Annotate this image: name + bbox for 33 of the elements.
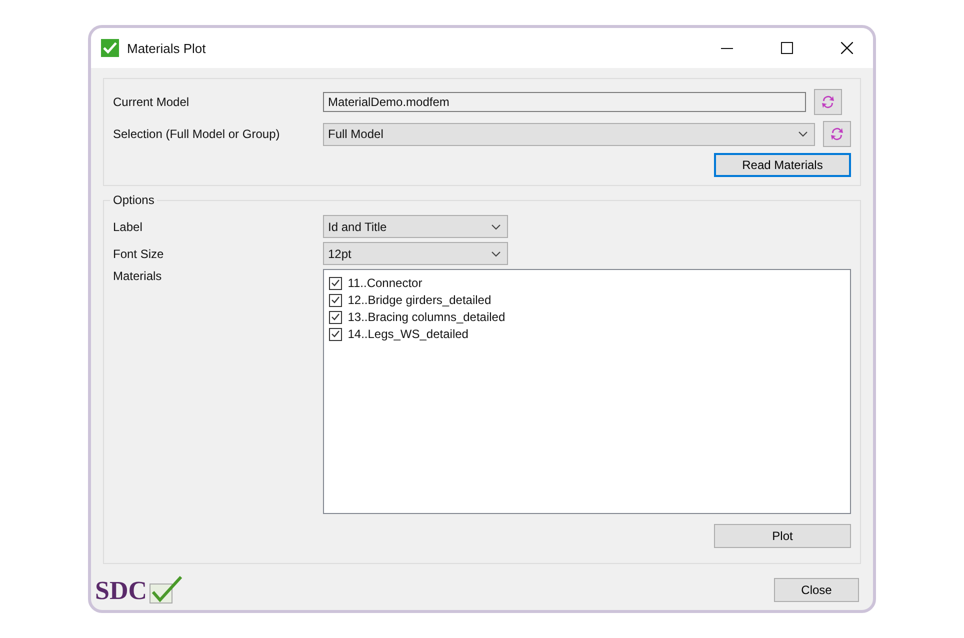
checkbox[interactable] bbox=[328, 328, 342, 340]
checkbox[interactable] bbox=[328, 276, 342, 290]
chevron-down-icon bbox=[491, 250, 501, 256]
material-label: 12..Bridge girders_detailed bbox=[348, 293, 492, 307]
plot-button[interactable]: Plot bbox=[714, 524, 851, 548]
refresh-button[interactable] bbox=[814, 89, 842, 115]
field-label: Label bbox=[113, 220, 144, 234]
close-icon bbox=[841, 42, 853, 54]
material-label: 14..Legs_WS_detailed bbox=[348, 327, 468, 341]
refresh-icon bbox=[829, 126, 845, 142]
chevron-down-icon bbox=[491, 224, 501, 230]
material-label: 11..Connector bbox=[348, 276, 422, 290]
label-dropdown[interactable]: Id and Title bbox=[323, 215, 508, 238]
chevron-down-icon bbox=[798, 131, 808, 137]
group-legend: Options bbox=[110, 193, 158, 207]
sdc-logo: SDC bbox=[95, 576, 184, 604]
refresh-button[interactable] bbox=[823, 121, 851, 147]
field-label: Font Size bbox=[113, 246, 165, 260]
refresh-icon bbox=[820, 94, 836, 110]
selection-dropdown[interactable]: Full Model bbox=[323, 122, 815, 146]
model-field[interactable]: MaterialDemo.modfem bbox=[323, 92, 806, 112]
font-size-dropdown[interactable]: 12pt bbox=[323, 242, 508, 265]
field-label: Current Model bbox=[113, 95, 190, 109]
maximize-icon bbox=[781, 42, 793, 54]
material-label: 13..Bracing columns_detailed bbox=[348, 310, 506, 324]
window-title: Materials Plot bbox=[127, 40, 207, 56]
close-button[interactable]: Close bbox=[774, 578, 859, 602]
checkmark-icon bbox=[101, 39, 119, 57]
checkbox[interactable] bbox=[328, 294, 342, 306]
checkbox[interactable] bbox=[328, 310, 342, 324]
field-label: Materials bbox=[113, 269, 163, 283]
read-materials-button[interactable]: Read Materials bbox=[714, 153, 851, 177]
field-label: Selection (Full Model or Group) bbox=[113, 127, 281, 141]
